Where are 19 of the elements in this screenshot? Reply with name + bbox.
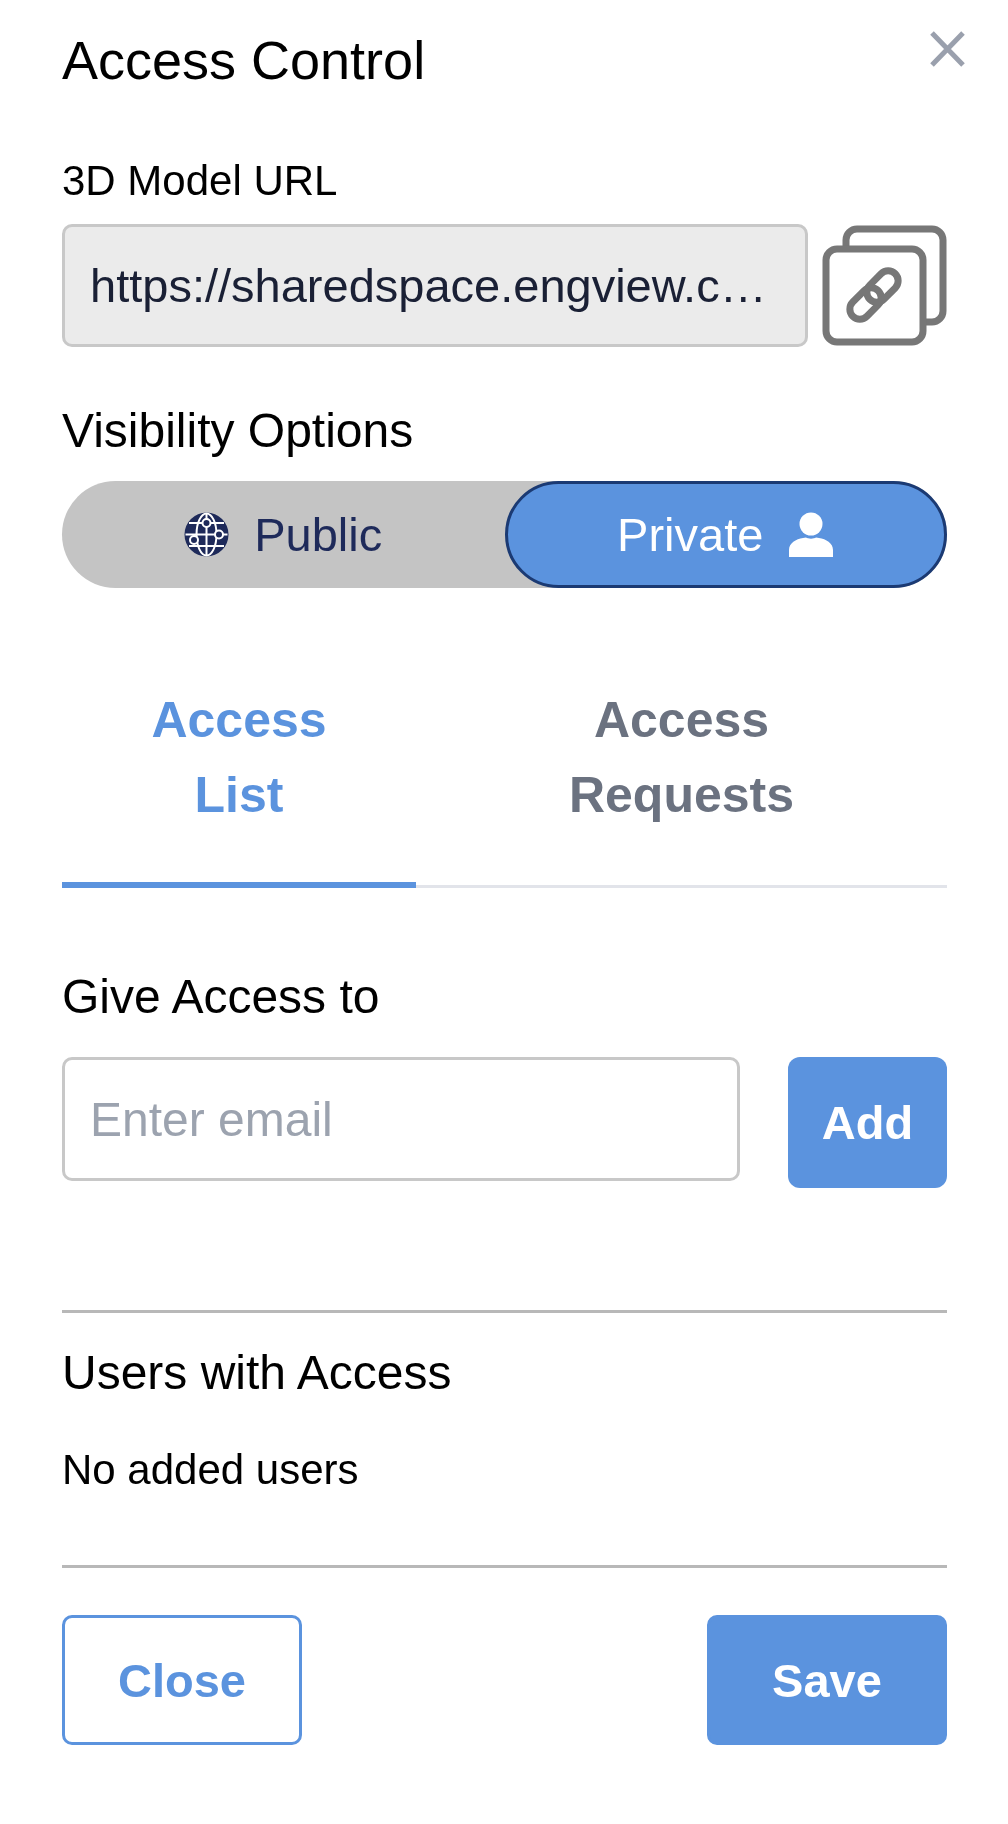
tab[interactable]: Access Requests bbox=[416, 683, 947, 888]
email-input[interactable]: Enter email bbox=[62, 1057, 740, 1181]
url-label: 3D Model URL bbox=[62, 156, 339, 206]
visibility-label: Visibility Options bbox=[62, 403, 415, 459]
person-icon bbox=[788, 512, 835, 557]
give-access-label: Give Access to bbox=[62, 969, 381, 1025]
url-field[interactable]: https://sharedspace.engview.c… bbox=[62, 224, 808, 347]
close-icon[interactable] bbox=[929, 31, 966, 67]
close-button[interactable]: Close bbox=[62, 1615, 302, 1745]
save-button[interactable]: Save bbox=[707, 1615, 947, 1745]
tab[interactable]: Access List bbox=[62, 683, 416, 888]
visibility-option[interactable]: Public bbox=[62, 481, 505, 588]
dialog-title: Access Control bbox=[62, 29, 426, 91]
empty-message: No added users bbox=[62, 1445, 360, 1495]
users-heading: Users with Access bbox=[62, 1345, 453, 1401]
globe-icon bbox=[184, 512, 230, 557]
visibility-option[interactable]: Private bbox=[504, 481, 947, 588]
add-button[interactable]: Add bbox=[788, 1057, 947, 1188]
copy-link-icon[interactable] bbox=[822, 225, 947, 346]
